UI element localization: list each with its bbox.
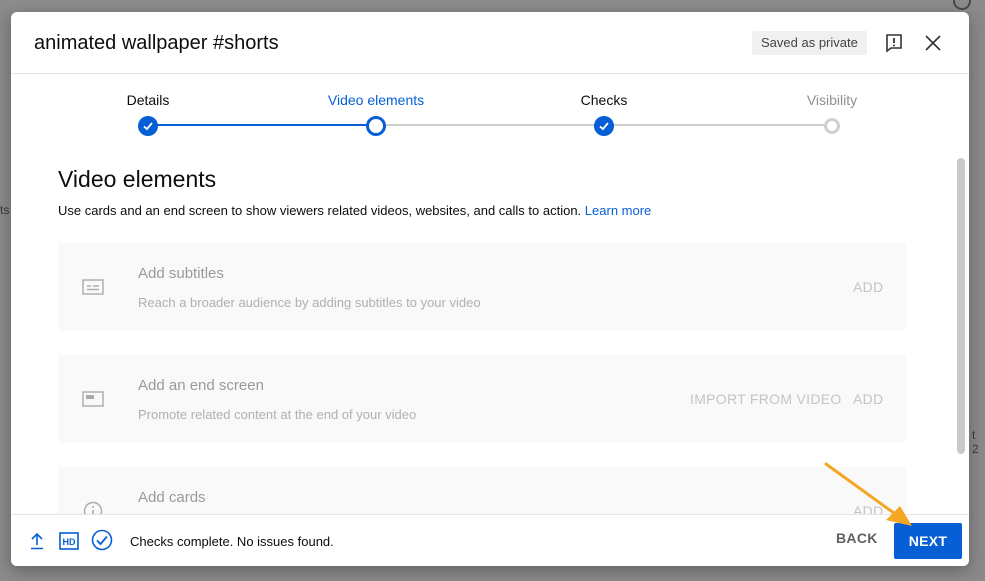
section-description-text: Use cards and an end screen to show view… bbox=[58, 203, 582, 218]
dialog-header: animated wallpaper #shorts Saved as priv… bbox=[11, 12, 969, 74]
step-visibility-label[interactable]: Visibility bbox=[807, 92, 857, 108]
upload-stepper: Details Video elements Checks Visibility bbox=[11, 74, 969, 154]
background-page bbox=[0, 0, 985, 12]
end-screen-description: Promote related content at the end of yo… bbox=[138, 407, 417, 422]
checks-status-text: Checks complete. No issues found. bbox=[130, 534, 334, 549]
background-text-left: ts bbox=[0, 203, 10, 217]
background-text-right: t 2 bbox=[972, 428, 979, 456]
subtitles-title: Add subtitles bbox=[138, 265, 224, 282]
section-description: Use cards and an end screen to show view… bbox=[58, 203, 651, 218]
pointer-arrow-icon bbox=[824, 462, 912, 526]
saved-status-badge: Saved as private bbox=[752, 31, 867, 55]
step-visibility-pending-icon[interactable] bbox=[824, 118, 840, 134]
svg-text:HD: HD bbox=[63, 537, 76, 547]
step-checks-label[interactable]: Checks bbox=[581, 92, 628, 108]
step-video-elements-label[interactable]: Video elements bbox=[328, 92, 424, 108]
import-from-video-button[interactable]: IMPORT FROM VIDEO bbox=[690, 391, 842, 407]
subtitles-card: Add subtitles Reach a broader audience b… bbox=[58, 243, 906, 331]
back-button[interactable]: BACK bbox=[836, 530, 878, 546]
upload-icon[interactable] bbox=[29, 532, 45, 550]
checks-complete-icon[interactable] bbox=[91, 529, 113, 551]
add-subtitles-button[interactable]: ADD bbox=[853, 279, 883, 295]
step-details-check-icon[interactable] bbox=[138, 116, 158, 136]
end-screen-title: Add an end screen bbox=[138, 377, 264, 394]
end-screen-card: Add an end screen Promote related conten… bbox=[58, 355, 906, 443]
info-icon bbox=[82, 501, 104, 514]
step-details-label[interactable]: Details bbox=[127, 92, 170, 108]
subtitles-icon bbox=[82, 278, 104, 296]
dialog-title: animated wallpaper #shorts bbox=[34, 32, 279, 54]
cards-title: Add cards bbox=[138, 489, 206, 506]
learn-more-link[interactable]: Learn more bbox=[585, 203, 651, 218]
close-icon[interactable] bbox=[921, 31, 945, 55]
section-title: Video elements bbox=[58, 166, 217, 192]
step-line-done bbox=[148, 124, 376, 126]
step-checks-check-icon[interactable] bbox=[594, 116, 614, 136]
cards-card: Add cards ADD bbox=[58, 467, 906, 514]
subtitles-description: Reach a broader audience by adding subti… bbox=[138, 295, 481, 310]
add-end-screen-button[interactable]: ADD bbox=[853, 391, 883, 407]
step-video-elements-current-icon[interactable] bbox=[366, 116, 386, 136]
end-screen-icon bbox=[82, 390, 104, 408]
feedback-icon[interactable] bbox=[882, 31, 906, 55]
hd-icon[interactable]: HD bbox=[59, 532, 79, 550]
content-scrollbar[interactable] bbox=[957, 158, 965, 454]
